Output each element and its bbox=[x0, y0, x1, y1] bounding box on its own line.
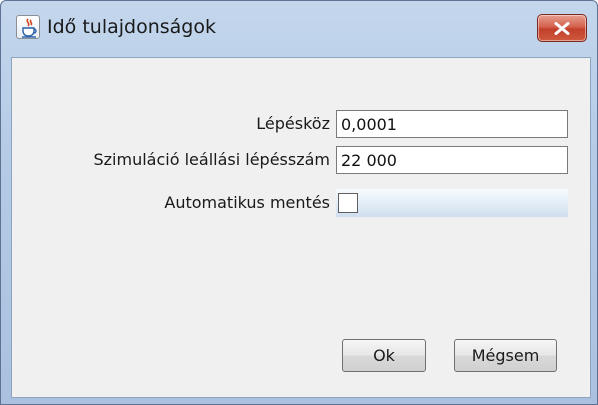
stop-step-label: Szimuláció leállási lépésszám bbox=[93, 150, 331, 169]
autosave-row[interactable] bbox=[336, 189, 568, 217]
autosave-label: Automatikus mentés bbox=[164, 193, 330, 212]
close-icon bbox=[554, 22, 570, 35]
step-input[interactable] bbox=[336, 110, 568, 138]
autosave-checkbox[interactable] bbox=[338, 193, 358, 213]
cancel-button[interactable]: Mégsem bbox=[454, 339, 557, 372]
close-button[interactable] bbox=[537, 14, 587, 42]
dialog-content: Lépésköz Szimuláció leállási lépésszám A… bbox=[11, 57, 591, 398]
window-title: Idő tulajdonságok bbox=[47, 16, 216, 38]
stop-step-input[interactable] bbox=[336, 146, 568, 174]
step-label: Lépésköz bbox=[256, 114, 330, 133]
java-coffee-icon bbox=[16, 15, 40, 39]
dialog-window: Idő tulajdonságok Lépésköz Szimuláció le… bbox=[0, 0, 598, 405]
ok-button[interactable]: Ok bbox=[342, 339, 426, 372]
title-bar[interactable]: Idő tulajdonságok bbox=[1, 1, 597, 57]
